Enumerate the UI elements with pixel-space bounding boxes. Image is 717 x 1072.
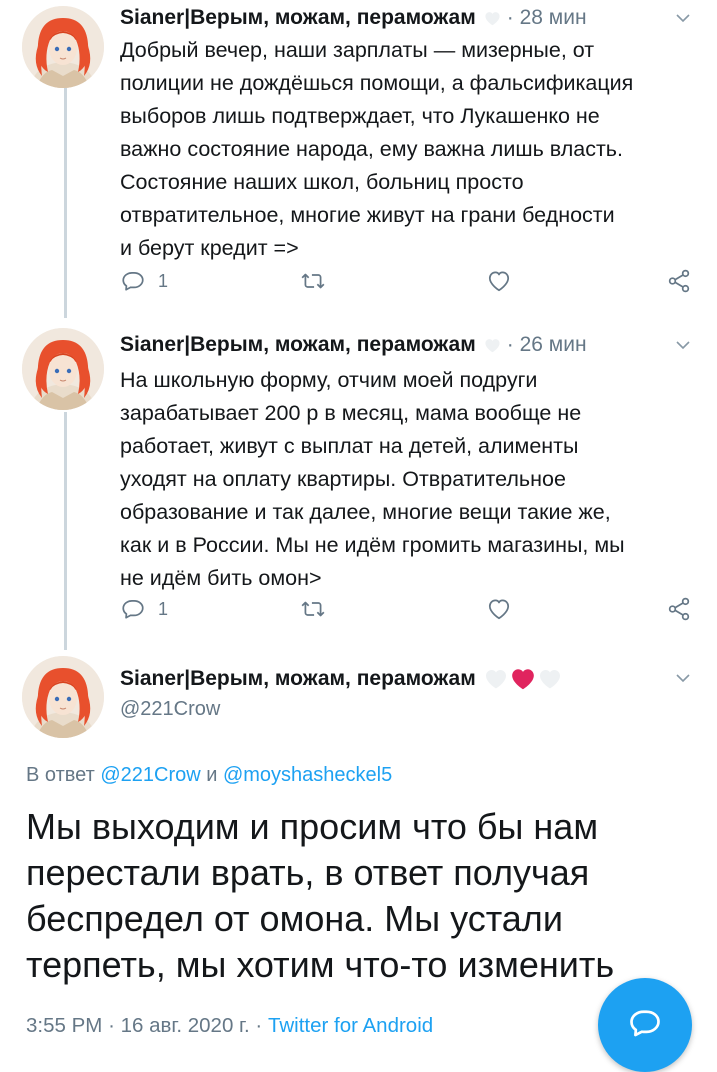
tweet-actions: 1 <box>120 596 700 626</box>
tweet-text: На школьную форму, отчим моей подруги за… <box>120 368 625 590</box>
retweet-button[interactable] <box>300 596 326 622</box>
chevron-down-icon[interactable] <box>675 337 691 353</box>
tweet-time: 3:55 PM <box>26 1014 103 1037</box>
reply-conjunction: и <box>206 764 218 786</box>
reply-context: В ответ @221Crow и @moyshasheckel5 <box>26 764 392 787</box>
reply-button[interactable]: 1 <box>120 596 168 622</box>
retweet-icon <box>300 596 326 622</box>
author-name[interactable]: Sianer|Верым, можам, пераможам <box>120 333 476 357</box>
reply-count: 1 <box>158 598 169 619</box>
avatar[interactable] <box>22 328 104 410</box>
focused-tweet-text: Мы выходим и просим что бы нам перестали… <box>26 806 615 985</box>
mention-link[interactable]: @moyshasheckel5 <box>223 764 392 786</box>
avatar[interactable] <box>22 6 104 88</box>
chevron-down-icon[interactable] <box>675 670 691 686</box>
reply-count: 1 <box>158 270 169 291</box>
source-link[interactable]: Twitter for Android <box>268 1014 433 1037</box>
reply-icon <box>120 596 146 622</box>
tweet-date: · 16 авг. 2020 г. · <box>108 1014 263 1037</box>
thread-line <box>64 88 67 318</box>
tweet-header: Sianer|Верым, можам, пераможам <box>120 664 562 694</box>
white-heart-icon <box>484 666 508 692</box>
retweet-icon <box>300 268 326 294</box>
tweet-header: Sianer|Верым, можам, пераможам · 28 мин <box>120 3 587 33</box>
timestamp[interactable]: · 28 мин <box>507 6 587 30</box>
white-heart-icon <box>484 9 501 28</box>
white-heart-icon <box>538 666 562 692</box>
white-heart-icon <box>484 336 501 355</box>
reply-icon <box>120 268 146 294</box>
chevron-down-icon[interactable] <box>675 10 691 26</box>
heart-icon <box>486 268 512 294</box>
reply-button[interactable]: 1 <box>120 268 168 294</box>
share-button[interactable] <box>666 268 692 294</box>
compose-reply-icon <box>630 1010 660 1037</box>
tweet-actions: 1 <box>120 268 700 298</box>
reply-prefix: В ответ <box>26 764 95 786</box>
tweet-header: Sianer|Верым, можам, пераможам · 26 мин <box>120 330 587 360</box>
retweet-button[interactable] <box>300 268 326 294</box>
thread-line <box>64 412 67 650</box>
share-icon <box>666 268 692 294</box>
author-name[interactable]: Sianer|Верым, можам, пераможам <box>120 6 476 30</box>
red-heart-icon <box>510 665 536 693</box>
mention-link[interactable]: @221Crow <box>100 764 200 786</box>
share-icon <box>666 596 692 622</box>
compose-reply-button[interactable] <box>598 978 692 1072</box>
timestamp[interactable]: · 26 мин <box>507 333 587 357</box>
author-name[interactable]: Sianer|Верым, можам, пераможам <box>120 667 476 691</box>
avatar[interactable] <box>22 656 104 738</box>
heart-icon <box>486 596 512 622</box>
tweet-meta: 3:55 PM · 16 авг. 2020 г. · Twitter for … <box>26 1014 433 1038</box>
like-button[interactable] <box>486 268 512 294</box>
like-button[interactable] <box>486 596 512 622</box>
user-handle[interactable]: @221Crow <box>120 698 220 721</box>
tweet-text: Добрый вечер, наши зарплаты — мизерные, … <box>120 38 634 260</box>
share-button[interactable] <box>666 596 692 622</box>
